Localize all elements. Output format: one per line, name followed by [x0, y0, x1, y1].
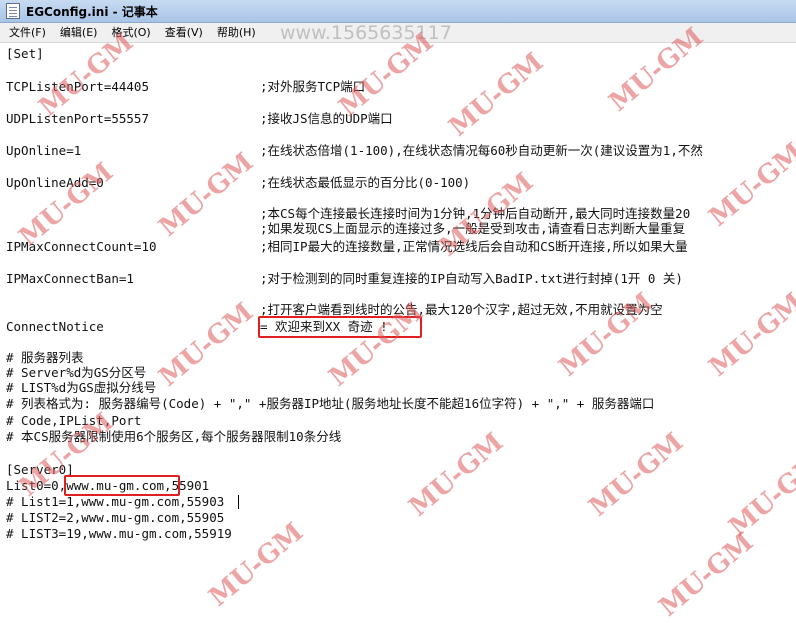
- text-line: # Server%d为GS分区号: [6, 365, 147, 380]
- menu-format[interactable]: 格式(O): [104, 23, 157, 42]
- text-line: # LIST%d为GS虚拟分线号: [6, 380, 157, 395]
- text-line: TCPListenPort=44405: [6, 79, 149, 94]
- line-comment: ;打开客户端看到线时的公告,最大120个汉字,超过无效,不用就设置为空: [260, 302, 663, 317]
- text-line: UDPListenPort=55557: [6, 111, 149, 126]
- line-comment: ;如果发现CS上面显示的连接过多,一般是受到攻击,请查看日志判断大量重复: [260, 221, 686, 236]
- text-line: [Set]: [6, 46, 44, 61]
- title-bar: EGConfig.ini - 记事本: [0, 0, 796, 23]
- menu-file[interactable]: 文件(F): [0, 23, 53, 42]
- notice-highlight-box: [258, 316, 422, 338]
- text-line: # List1=1,www.mu-gm.com,55903: [6, 494, 225, 509]
- line-comment: ;接收JS信息的UDP端口: [260, 111, 393, 126]
- menu-help[interactable]: 帮助(H): [210, 23, 263, 42]
- text-line: # Code,IPList,Port: [6, 413, 142, 428]
- notepad-icon: [6, 3, 20, 19]
- text-line: IPMaxConnectCount=10: [6, 239, 157, 254]
- text-line: # 本CS服务器限制使用6个服务区,每个服务器限制10条分线: [6, 429, 342, 444]
- text-editor-area[interactable]: [Set] TCPListenPort=44405 ;对外服务TCP端口 UDP…: [0, 43, 796, 603]
- text-line: IPMaxConnectBan=1: [6, 271, 134, 286]
- line-comment: ;本CS每个连接最长连接时间为1分钟,1分钟后自动断开,最大同时连接数量20: [260, 206, 691, 221]
- menu-view[interactable]: 查看(V): [158, 23, 210, 42]
- text-line: # 服务器列表: [6, 350, 84, 365]
- text-line: UpOnlineAdd=0: [6, 175, 104, 190]
- line-comment: ;对外服务TCP端口: [260, 79, 366, 94]
- line-comment: ;相同IP最大的连接数量,正常情况选线后会自动和CS断开连接,所以如果大量: [260, 239, 688, 254]
- menu-edit[interactable]: 编辑(E): [53, 23, 105, 42]
- text-line: # LIST2=2,www.mu-gm.com,55905: [6, 510, 225, 525]
- text-caret: [238, 495, 239, 509]
- text-line: ConnectNotice: [6, 319, 104, 334]
- window-title: EGConfig.ini - 记事本: [26, 4, 158, 19]
- text-line: # LIST3=19,www.mu-gm.com,55919: [6, 526, 232, 541]
- line-comment: ;在线状态最低显示的百分比(0-100): [260, 175, 471, 190]
- line-comment: ;在线状态倍增(1-100),在线状态情况每60秒自动更新一次(建议设置为1,不…: [260, 143, 703, 158]
- text-line: UpOnline=1: [6, 143, 82, 158]
- line-comment: ;对于检测到的同时重复连接的IP自动写入BadIP.txt进行封掉(1开 0 关…: [260, 271, 683, 286]
- host-highlight-box: [64, 475, 180, 496]
- text-line: # 列表格式为: 服务器编号(Code) + "," +服务器IP地址(服务地址…: [6, 396, 655, 411]
- watermark-id: www.1565635117: [280, 22, 452, 44]
